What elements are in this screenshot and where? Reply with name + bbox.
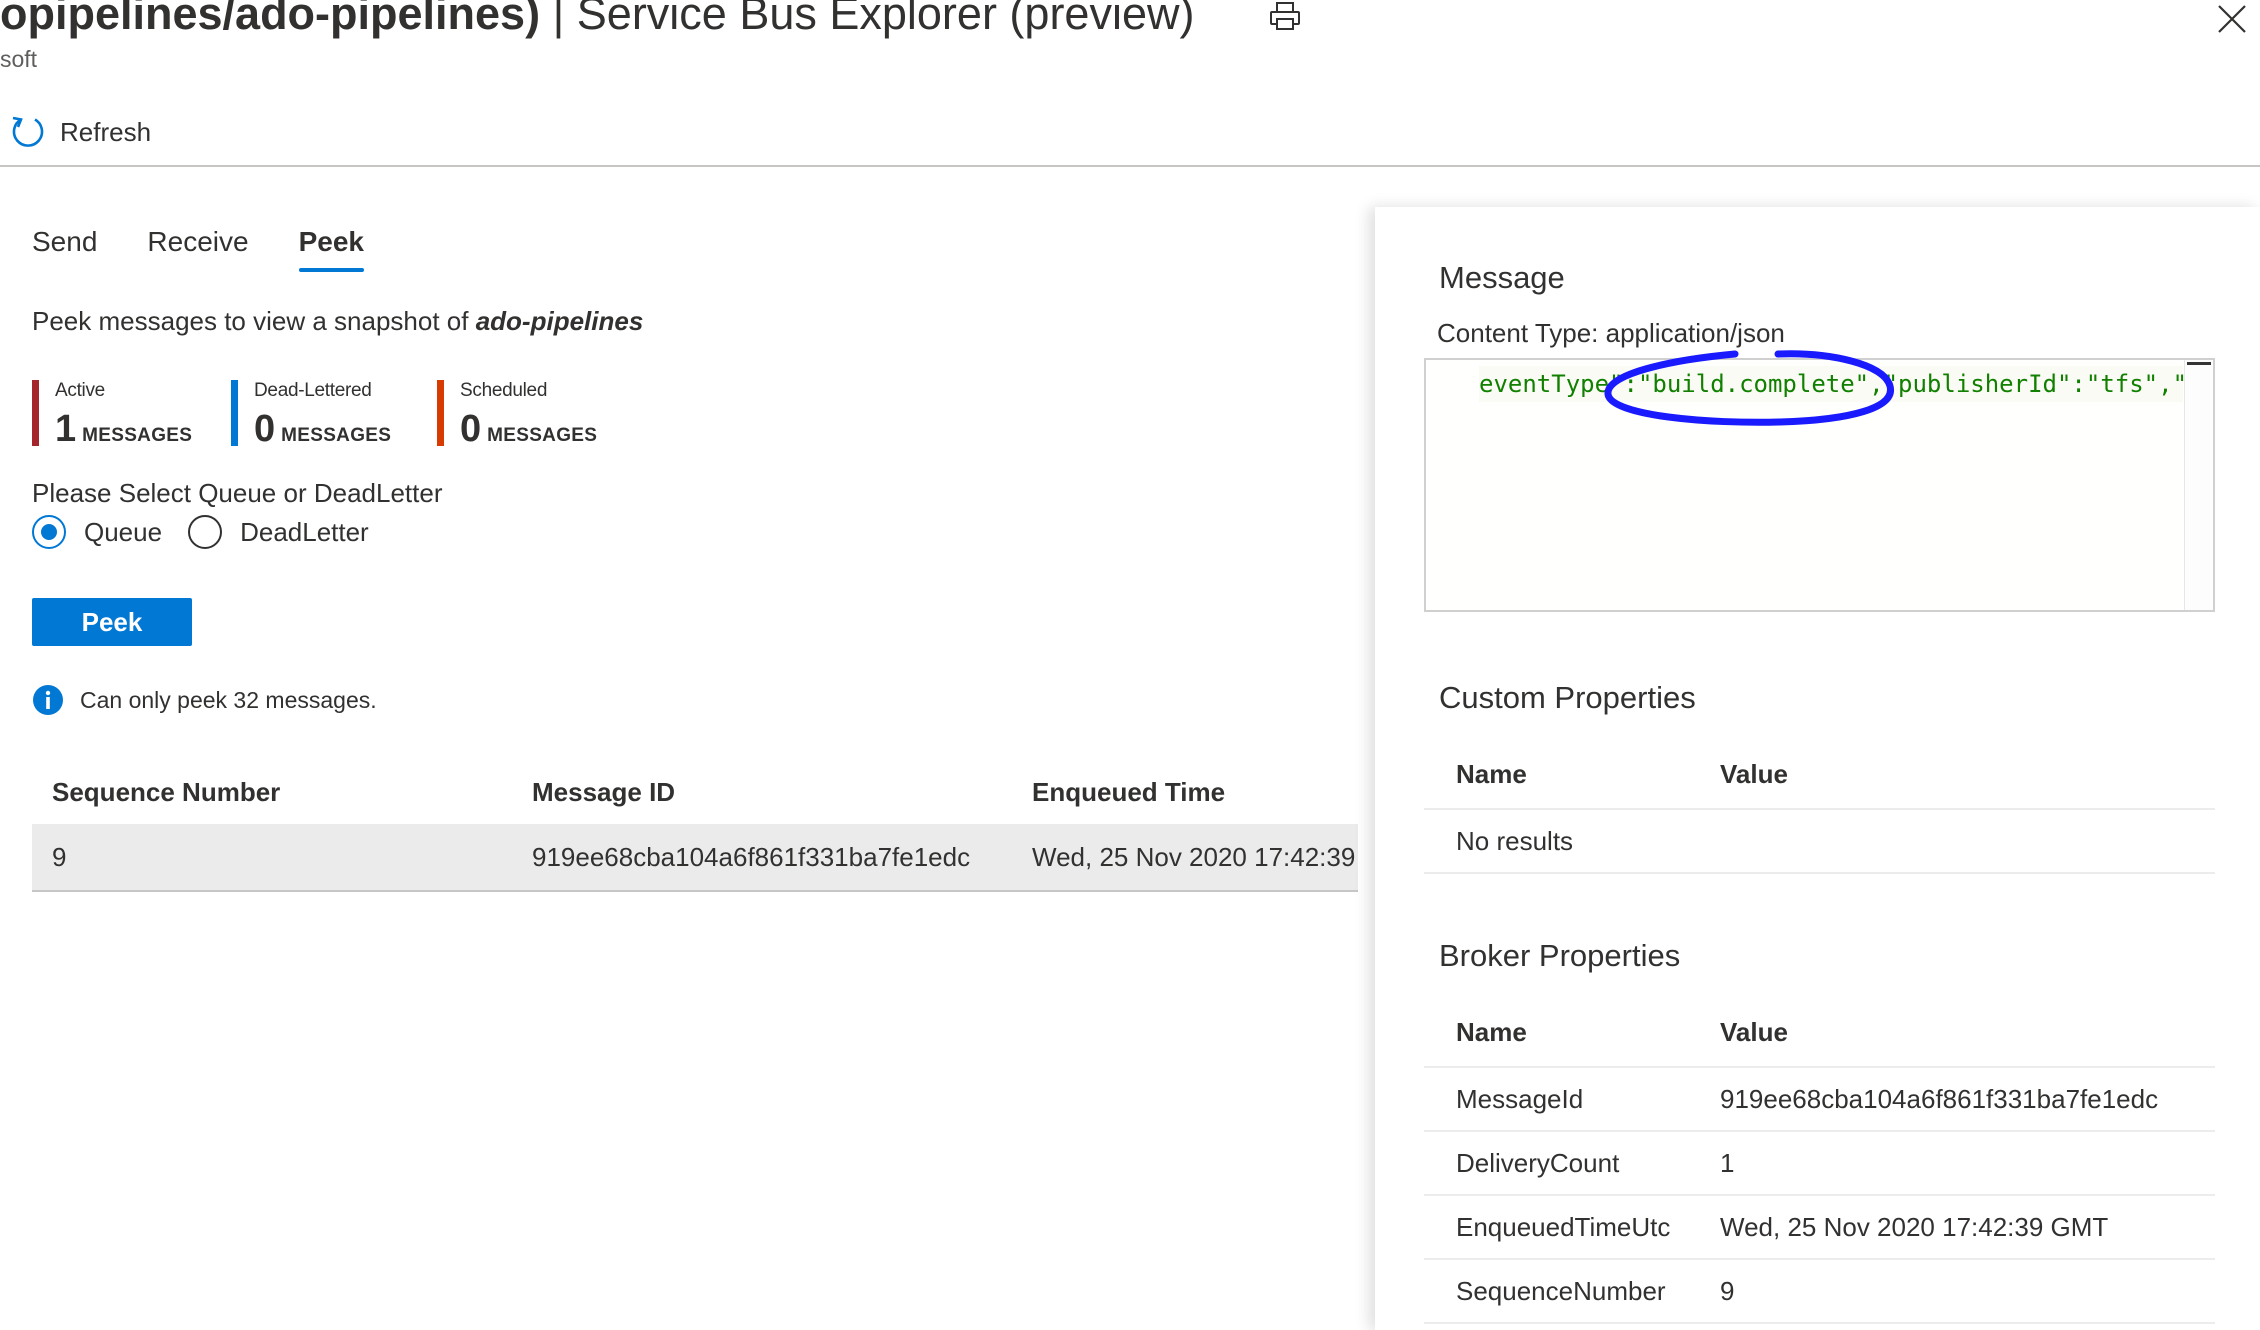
column-header[interactable]: Enqueued Time [1032, 777, 1358, 808]
toolbar-divider [0, 165, 2260, 167]
table-row: DeliveryCount 1 [1424, 1132, 2215, 1196]
counter-unit: MESSAGES [281, 425, 392, 446]
column-header: Name [1456, 758, 1527, 789]
tab-send[interactable]: Send [32, 226, 97, 272]
custom-properties-heading: Custom Properties [1439, 680, 1696, 715]
page-title: opipelines/ado-pipelines) | Service Bus … [0, 0, 1194, 42]
title-path: opipelines/ado-pipelines) [0, 0, 541, 39]
empty-row: No results [1424, 810, 2215, 874]
messages-table: Sequence Number Message ID Enqueued Time… [32, 760, 1358, 892]
broker-properties-table: Name Value MessageId 919ee68cba104a6f861… [1424, 998, 2215, 1324]
close-icon[interactable] [2215, 2, 2249, 36]
table-row: MessageId 919ee68cba104a6f861f331ba7fe1e… [1424, 1068, 2215, 1132]
title-suffix: | Service Bus Explorer (preview) [540, 0, 1195, 39]
entity-name: ado-pipelines [475, 306, 644, 336]
editor-scrollbar[interactable] [2184, 360, 2213, 610]
counter-unit: MESSAGES [82, 425, 193, 446]
table-row: SequenceNumber 9 [1424, 1260, 2215, 1324]
message-heading: Message [1439, 260, 1565, 295]
radio-circle[interactable] [188, 515, 223, 549]
counter-value: 0 [460, 408, 482, 450]
radio-queue[interactable]: Queue [32, 515, 162, 549]
peek-button[interactable]: Peek [32, 598, 192, 646]
property-name: EnqueuedTimeUtc [1456, 1211, 1671, 1242]
annotation-circle [1604, 350, 1894, 426]
peek-description: Peek messages to view a snapshot of ado-… [32, 306, 643, 337]
scheduled-counter: Scheduled 0 MESSAGES [437, 380, 598, 450]
property-value: Wed, 25 Nov 2020 17:42:39 GMT [1720, 1211, 2109, 1242]
counter-label: Dead-Lettered [254, 380, 372, 401]
property-value: 1 [1720, 1147, 1735, 1178]
radio-label: DeadLetter [240, 516, 369, 547]
peek-description-text: Peek messages to view a snapshot of [32, 306, 476, 336]
counter-value: 1 [55, 408, 77, 450]
table-row[interactable]: 9 919ee68cba104a6f861f331ba7fe1edc Wed, … [32, 824, 1358, 892]
content-type: Content Type: application/json [1437, 318, 1785, 348]
table-header: Sequence Number Message ID Enqueued Time [32, 760, 1358, 824]
custom-properties-table: Name Value No results [1424, 740, 2215, 874]
column-header[interactable]: Sequence Number [32, 777, 532, 808]
column-header[interactable]: Message ID [532, 777, 1032, 808]
table-row: EnqueuedTimeUtc Wed, 25 Nov 2020 17:42:3… [1424, 1196, 2215, 1260]
column-header: Value [1720, 1016, 1788, 1047]
info-icon [33, 685, 63, 715]
property-name: SequenceNumber [1456, 1275, 1666, 1306]
property-name: DeliveryCount [1456, 1147, 1620, 1178]
refresh-button[interactable]: Refresh [10, 110, 151, 154]
page-subtitle: soft [0, 46, 38, 72]
radio-deadletter[interactable]: DeadLetter [188, 515, 369, 549]
property-name: MessageId [1456, 1083, 1584, 1114]
tab-bar: Send Receive Peek [32, 226, 365, 272]
sequence-number-cell: 9 [52, 841, 67, 872]
column-header: Name [1456, 1016, 1527, 1047]
queue-select-label: Please Select Queue or DeadLetter [32, 478, 443, 508]
dead-lettered-counter: Dead-Lettered 0 MESSAGES [231, 380, 392, 450]
counter-label: Scheduled [460, 380, 548, 401]
empty-text: No results [1456, 825, 1574, 856]
tab-receive[interactable]: Receive [147, 226, 248, 272]
refresh-label: Refresh [60, 116, 152, 147]
property-value: 9 [1720, 1275, 1735, 1306]
info-message: Can only peek 32 messages. [32, 684, 377, 716]
print-icon[interactable] [1268, 0, 1302, 32]
tab-peek[interactable]: Peek [298, 226, 365, 272]
column-header: Value [1720, 758, 1788, 789]
counter-label: Active [55, 380, 105, 401]
counter-unit: MESSAGES [487, 425, 598, 446]
info-text: Can only peek 32 messages. [80, 686, 377, 713]
refresh-icon [12, 116, 44, 147]
table-header: Name Value [1424, 998, 2215, 1068]
active-counter: Active 1 MESSAGES [32, 380, 193, 450]
queue-radio-group: Queue DeadLetter [32, 515, 395, 549]
broker-properties-heading: Broker Properties [1439, 938, 1681, 973]
enqueued-time-cell: Wed, 25 Nov 2020 17:42:39 [1032, 841, 1356, 872]
radio-circle[interactable] [32, 515, 66, 549]
radio-label: Queue [84, 516, 163, 547]
counter-value: 0 [254, 408, 276, 450]
message-id-cell: 919ee68cba104a6f861f331ba7fe1edc [532, 841, 971, 872]
table-header: Name Value [1424, 740, 2215, 810]
property-value: 919ee68cba104a6f861f331ba7fe1edc [1720, 1083, 2159, 1114]
